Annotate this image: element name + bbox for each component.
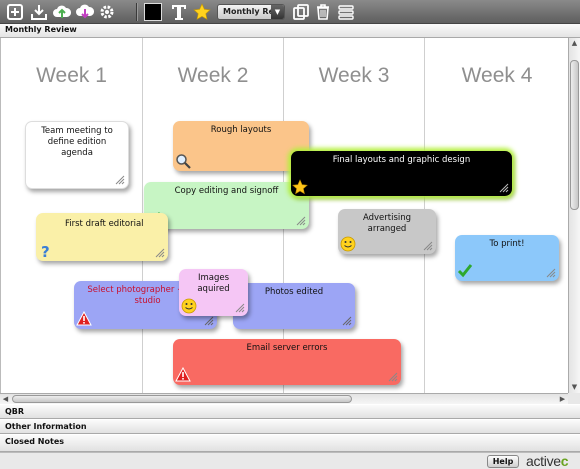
sticky-note[interactable]: Photos edited [233,283,355,329]
note-text: Email server errors [246,343,328,353]
scroll-left-icon[interactable]: ◀ [0,394,11,404]
section-label: Closed Notes [5,437,65,446]
week-column: Week 4 [425,38,568,393]
resize-grip-icon[interactable] [388,372,398,382]
section-qbr[interactable]: QBR [0,404,580,419]
board-title: Monthly Review [5,25,77,34]
scroll-down-icon[interactable]: ▼ [569,382,580,393]
add-note-icon[interactable] [6,3,24,21]
sticky-note[interactable]: Rough layouts [173,121,309,171]
section-closed-notes[interactable]: Closed Notes [0,434,580,452]
board-canvas[interactable]: Week 1 Week 2 Week 3 Week 4 Team meeting… [0,38,568,393]
sticky-note[interactable]: Images aquired [179,269,248,316]
note-text: Rough layouts [210,125,272,135]
svg-text:?: ? [41,243,50,259]
board-title-bar[interactable]: Monthly Review [0,24,580,38]
sticky-note[interactable]: First draft editorial ? [36,213,168,261]
smiley-icon [340,236,356,252]
resize-grip-icon[interactable] [235,303,245,313]
note-text: First draft editorial [65,219,144,229]
toolbar-divider [136,3,138,21]
sticky-note[interactable]: Advertising arranged [338,209,436,254]
scroll-corner [568,393,580,404]
logo-text: active [526,453,561,469]
resize-grip-icon[interactable] [204,316,214,326]
download-icon[interactable] [76,3,94,21]
question-icon: ? [38,243,54,259]
note-text: Images aquired [197,273,230,294]
horizontal-scrollbar[interactable]: ◀ ▶ [0,393,568,404]
upload-icon[interactable] [53,3,71,21]
star-icon [292,179,308,195]
scroll-right-icon[interactable]: ▶ [557,394,568,404]
sticky-note[interactable]: Email server errors [173,339,401,385]
section-label: Other Information [5,422,87,431]
text-tool-icon[interactable] [170,3,188,21]
note-text: Final layouts and graphic design [332,155,471,165]
color-swatch[interactable] [144,3,162,21]
help-button[interactable]: Help [487,455,519,468]
warning-icon [175,367,191,383]
toolbar: Monthly Re ▼ [0,0,580,24]
vertical-scroll-thumb[interactable] [570,60,579,210]
settings-icon[interactable] [98,3,116,21]
sticky-note[interactable]: Team meeting to define edition agenda [25,121,129,189]
resize-grip-icon[interactable] [499,183,509,193]
resize-grip-icon[interactable] [546,268,556,278]
resize-grip-icon[interactable] [296,216,306,226]
sticky-note-selected[interactable]: Final layouts and graphic design [291,151,512,196]
import-icon[interactable] [30,3,48,21]
smiley-icon [181,298,197,314]
resize-grip-icon[interactable] [115,175,125,185]
copy-icon[interactable] [292,3,310,21]
brand-logo: activec [526,453,569,469]
sticky-note[interactable]: Copy editing and signoff [144,182,309,229]
sticky-note[interactable]: To print! [455,235,559,281]
note-text: To print! [489,239,525,249]
week-heading: Week 3 [318,64,390,87]
vertical-scrollbar[interactable]: ▲ ▼ [568,38,580,393]
section-other-information[interactable]: Other Information [0,419,580,434]
week-heading: Week 1 [36,64,107,87]
board-select-value: Monthly Re [223,7,274,16]
note-text: Photos edited [264,287,324,297]
chevron-down-icon: ▼ [271,5,284,19]
star-icon[interactable] [193,3,211,21]
trash-icon[interactable] [314,3,332,21]
week-heading: Week 4 [461,64,533,87]
scroll-up-icon[interactable]: ▲ [569,38,580,49]
note-text: Team meeting to define edition agenda [41,126,113,158]
magnifier-icon [175,153,191,169]
resize-grip-icon[interactable] [342,316,352,326]
horizontal-scroll-thumb[interactable] [12,395,352,403]
warning-icon [76,311,92,327]
note-text: Copy editing and signoff [174,186,279,196]
logo-accent: c [560,453,569,469]
note-text: Advertising arranged [362,213,412,234]
resize-grip-icon[interactable] [155,248,165,258]
week-heading: Week 2 [177,64,249,87]
board-select[interactable]: Monthly Re ▼ [217,4,285,20]
footer: Help activec [0,452,580,469]
section-label: QBR [5,407,25,416]
list-icon[interactable] [337,3,355,21]
resize-grip-icon[interactable] [423,241,433,251]
checkmark-icon [457,263,473,279]
